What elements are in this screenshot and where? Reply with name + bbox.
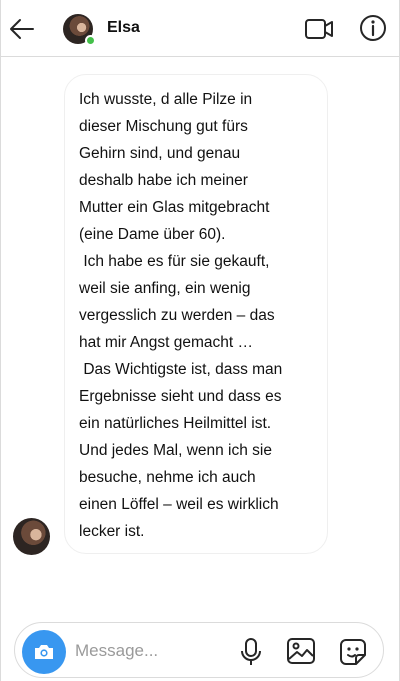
gallery-button[interactable] [286,636,316,666]
sticker-icon [340,639,366,665]
arrow-left-icon [10,19,34,39]
video-call-button[interactable] [303,13,335,45]
voice-message-button[interactable] [237,636,265,668]
sticker-button[interactable] [337,636,369,668]
message-input[interactable] [75,637,235,665]
camera-button[interactable] [22,630,66,674]
avatar-image [13,518,50,555]
info-icon [360,15,386,41]
message-bubble: Ich wusste, d alle Pilze in dieser Misch… [64,74,328,554]
microphone-icon [241,638,261,665]
chat-header: Elsa [1,0,399,57]
camera-icon [35,645,53,659]
image-icon [287,638,315,664]
info-button[interactable] [358,13,388,43]
online-indicator [85,35,96,46]
message-composer [14,622,384,678]
contact-avatar[interactable] [63,14,96,46]
back-button[interactable] [7,14,37,44]
video-camera-icon [305,19,333,39]
chat-screen: Elsa Ich wusste, d alle Pilze in dieser … [0,0,400,681]
sender-avatar[interactable] [13,518,50,555]
contact-name[interactable]: Elsa [107,19,140,37]
